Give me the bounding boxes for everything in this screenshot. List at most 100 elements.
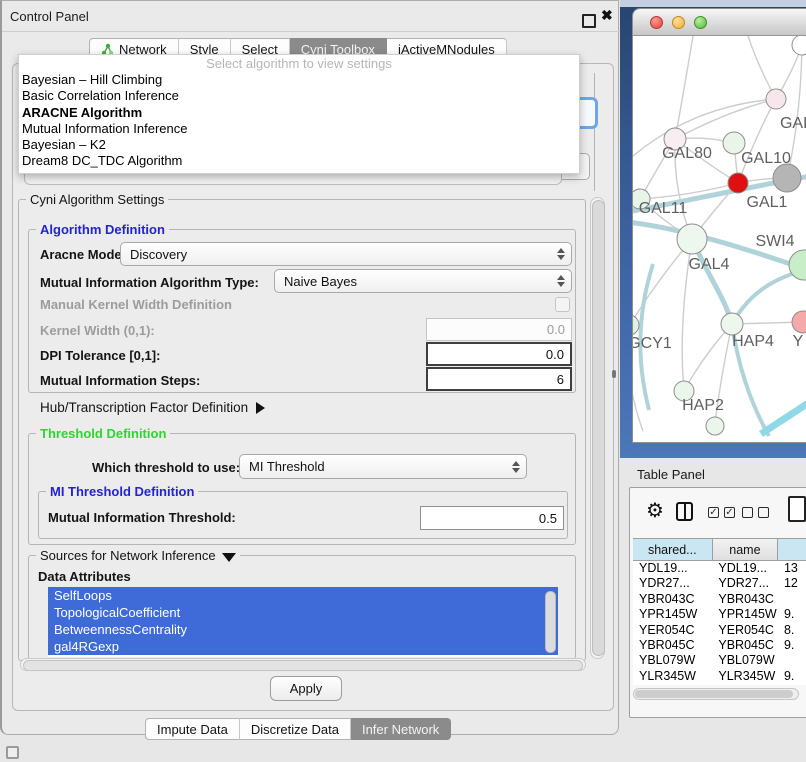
scrollbar-thumb[interactable] xyxy=(23,660,583,671)
attribute-list-item[interactable]: BetweennessCentrality xyxy=(48,621,558,638)
node-label: GCY1 xyxy=(633,335,672,352)
algorithm-option[interactable]: Basic Correlation Inference xyxy=(19,88,579,104)
table-row[interactable]: YIL052CYIL052C9. xyxy=(633,684,806,685)
node-label: GAL80 xyxy=(662,145,712,162)
table-row[interactable]: YDL19...YDL19...13 xyxy=(633,561,806,576)
table-cell: YLR345W xyxy=(633,669,712,684)
columns-icon[interactable] xyxy=(676,502,693,521)
network-window-titlebar[interactable] xyxy=(633,9,806,36)
scrollbar-thumb[interactable] xyxy=(635,690,793,698)
checked-checkbox-icon[interactable]: ✓ xyxy=(724,507,735,518)
table-row[interactable]: YBL079WYBL079W xyxy=(633,653,806,668)
settings-vertical-scrollbar[interactable] xyxy=(590,197,605,659)
table-header-row: shared... name xyxy=(633,539,806,561)
sources-title: Sources for Network Inference xyxy=(40,548,216,563)
data-attributes-list[interactable]: SelfLoopsTopologicalCoefficientBetweenne… xyxy=(48,587,558,657)
table-row[interactable]: YLR345WYLR345W9. xyxy=(633,669,806,684)
group-title: Algorithm Definition xyxy=(36,222,169,237)
float-window-icon[interactable] xyxy=(582,14,596,28)
apply-button[interactable]: Apply xyxy=(270,676,342,701)
expanded-arrow-icon xyxy=(222,553,236,562)
network-node[interactable] xyxy=(773,164,801,192)
network-node[interactable] xyxy=(706,417,724,435)
manual-kernel-width-checkbox[interactable] xyxy=(555,297,570,312)
network-node[interactable] xyxy=(728,173,748,193)
table-row[interactable]: YBR043CYBR043C xyxy=(633,592,806,607)
node-label: Y xyxy=(793,333,804,350)
network-node[interactable] xyxy=(677,224,707,254)
which-threshold-select[interactable]: MI Threshold xyxy=(239,454,527,479)
table-row[interactable]: YBR045CYBR045C9. xyxy=(633,638,806,653)
checked-checkbox-icon[interactable]: ✓ xyxy=(708,507,719,518)
mi-threshold-field[interactable]: 0.5 xyxy=(420,506,564,530)
hub-definition-expander[interactable]: Hub/Transcription Factor Definition xyxy=(40,400,265,415)
mi-threshold-label: Mutual Information Threshold: xyxy=(48,510,236,525)
cyni-bottom-tabs: Impute Data Discretize Data Infer Networ… xyxy=(145,718,451,740)
node-label: GAL1 xyxy=(747,194,788,211)
column-header-name[interactable]: name xyxy=(713,539,779,560)
tab-discretize-data[interactable]: Discretize Data xyxy=(240,718,351,740)
sources-expander[interactable]: Sources for Network Inference xyxy=(36,548,240,563)
algorithm-option[interactable]: Bayesian – Hill Climbing xyxy=(19,72,579,88)
table-horizontal-scrollbar[interactable] xyxy=(633,688,799,700)
settings-horizontal-scrollbar[interactable] xyxy=(20,658,586,671)
node-label: SWI4 xyxy=(755,233,794,250)
network-node[interactable] xyxy=(792,36,806,55)
hub-definition-label: Hub/Transcription Factor Definition xyxy=(40,400,248,415)
table-cell: 12 xyxy=(778,576,806,591)
attribute-list-item[interactable]: SelfLoops xyxy=(48,587,558,604)
scrollbar-thumb[interactable] xyxy=(592,200,605,656)
kernel-width-label: Kernel Width (0,1): xyxy=(40,323,155,338)
mi-algorithm-type-select[interactable]: Naive Bayes xyxy=(274,269,572,293)
network-node[interactable] xyxy=(721,313,743,335)
algorithm-option[interactable]: Mutual Information Inference xyxy=(19,121,579,137)
node-label: HAP2 xyxy=(682,397,724,414)
column-header-partial[interactable] xyxy=(778,539,806,560)
tab-impute-data[interactable]: Impute Data xyxy=(145,718,240,740)
table-row[interactable]: YDR27...YDR27...12 xyxy=(633,576,806,591)
table-cell: YER054C xyxy=(712,623,778,638)
close-icon[interactable]: ✖ xyxy=(601,7,613,24)
attribute-list-scrollbar[interactable] xyxy=(545,591,556,653)
dpi-tolerance-field[interactable]: 0.0 xyxy=(426,342,572,366)
document-icon[interactable] xyxy=(788,496,806,522)
network-node[interactable] xyxy=(792,311,806,333)
node-label: HAP4 xyxy=(732,333,774,350)
table-cell: YDR27... xyxy=(633,576,712,591)
node-label: GAL11 xyxy=(639,200,688,217)
table-cell: 13 xyxy=(778,561,806,576)
dropdown-prompt: Select algorithm to view settings xyxy=(19,55,579,72)
table-cell: 8. xyxy=(778,623,806,638)
unchecked-checkbox-icon[interactable] xyxy=(758,507,769,518)
application-window: Control Panel ✖ Network Style Select Cyn… xyxy=(0,0,806,762)
table-cell: YLR345W xyxy=(712,669,778,684)
network-canvas[interactable]: GALGAL80GAL10GAL1GAL11SWI4GAL4GCY1HAP4YH… xyxy=(633,36,806,443)
table-cell: 9. xyxy=(778,684,806,685)
column-header-shared-name[interactable]: shared... xyxy=(633,539,713,560)
restore-panel-icon[interactable] xyxy=(6,746,19,759)
unchecked-checkbox-icon[interactable] xyxy=(742,507,753,518)
table-cell: YBR045C xyxy=(633,638,712,653)
network-node[interactable] xyxy=(633,315,639,335)
algorithm-option[interactable]: ARACNE Algorithm xyxy=(19,105,579,121)
tab-infer-network[interactable]: Infer Network xyxy=(351,718,451,740)
table-row[interactable]: YPR145WYPR145W9. xyxy=(633,607,806,622)
mi-steps-field[interactable]: 6 xyxy=(426,367,572,391)
network-graph: GALGAL80GAL10GAL1GAL11SWI4GAL4GCY1HAP4YH… xyxy=(633,36,806,443)
close-traffic-light-icon[interactable] xyxy=(650,16,663,29)
group-title: Cyni Algorithm Settings xyxy=(26,192,168,207)
attribute-list-item[interactable]: gal4RGexp xyxy=(48,638,558,655)
network-node[interactable] xyxy=(766,89,786,109)
attribute-list-item[interactable]: TopologicalCoefficient xyxy=(48,604,558,621)
table-row[interactable]: YER054CYER054C8. xyxy=(633,623,806,638)
algorithm-option[interactable]: Bayesian – K2 xyxy=(19,137,579,153)
kernel-width-field[interactable]: 0.0 xyxy=(426,318,572,341)
table-cell: 9. xyxy=(778,669,806,684)
gear-icon[interactable]: ⚙ xyxy=(646,498,664,523)
table-cell: YBL079W xyxy=(633,653,712,668)
minimize-traffic-light-icon[interactable] xyxy=(672,16,685,29)
panel-divider-grip[interactable] xyxy=(612,370,616,378)
zoom-traffic-light-icon[interactable] xyxy=(694,16,707,29)
aracne-mode-select[interactable]: Discovery xyxy=(120,242,572,266)
algorithm-option[interactable]: Dream8 DC_TDC Algorithm xyxy=(19,153,579,169)
